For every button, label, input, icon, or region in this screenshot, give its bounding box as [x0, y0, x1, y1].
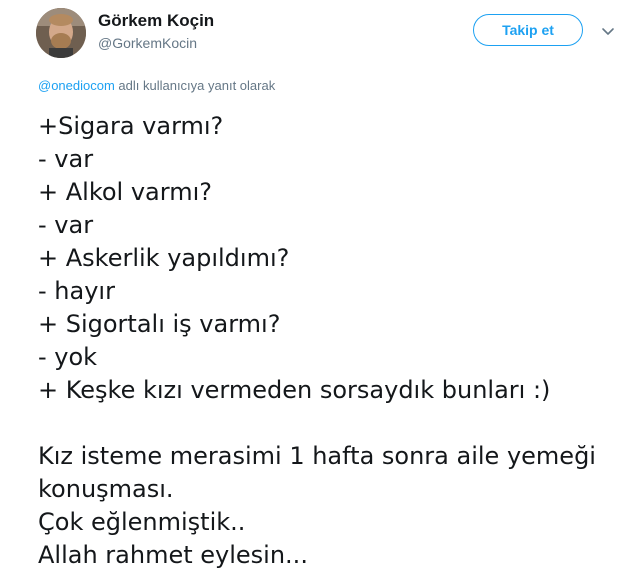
tweet-line: Allah rahmet eylesin... — [38, 541, 308, 569]
reply-context: @onediocom adlı kullanıcıya yanıt olarak — [38, 78, 275, 93]
user-handle[interactable]: @GorkemKocin — [98, 33, 214, 53]
tweet: Görkem Koçin @GorkemKocin Takip et @oned… — [0, 0, 635, 579]
follow-button[interactable]: Takip et — [473, 14, 583, 46]
avatar-photo-icon — [36, 8, 86, 58]
display-name[interactable]: Görkem Koçin — [98, 10, 214, 32]
tweet-line: - yok — [38, 343, 98, 371]
tweet-line: Kız isteme merasimi 1 hafta sonra aile y… — [38, 442, 596, 470]
tweet-line: - var — [38, 211, 94, 239]
tweet-line: Çok eğlenmiştik.. — [38, 508, 246, 536]
reply-mention-link[interactable]: @onediocom — [38, 78, 115, 93]
tweet-line: + Alkol varmı? — [38, 178, 212, 206]
tweet-line: + Sigortalı iş varmı? — [38, 310, 281, 338]
chevron-down-icon[interactable] — [601, 24, 615, 38]
tweet-line: - hayır — [38, 277, 115, 305]
avatar[interactable] — [36, 8, 86, 58]
tweet-line: +Sigara varmı? — [38, 112, 224, 140]
tweet-line: + Askerlik yapıldımı? — [38, 244, 290, 272]
tweet-line: konuşması. — [38, 475, 174, 503]
tweet-text: +Sigara varmı? - var + Alkol varmı? - va… — [38, 110, 630, 407]
tweet-line: + Keşke kızı vermeden sorsaydık bunları … — [38, 376, 551, 404]
author-info: Görkem Koçin @GorkemKocin — [98, 10, 214, 53]
tweet-text-paragraph: Kız isteme merasimi 1 hafta sonra aile y… — [38, 440, 630, 572]
reply-context-text: adlı kullanıcıya yanıt olarak — [114, 78, 276, 93]
tweet-line: - var — [38, 145, 94, 173]
